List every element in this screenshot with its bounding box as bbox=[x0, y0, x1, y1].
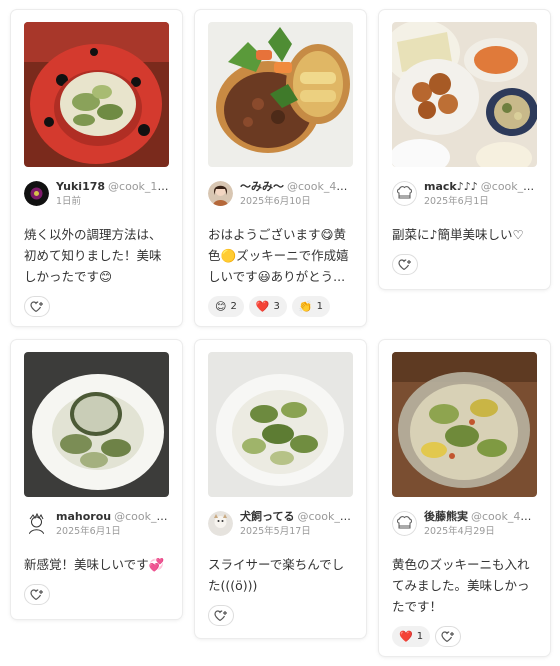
reaction-count: 1 bbox=[416, 631, 424, 642]
heart-plus-icon bbox=[441, 630, 455, 642]
reaction-emoji: 👏 bbox=[298, 300, 313, 313]
reaction-pill[interactable]: ❤️ 3 bbox=[248, 296, 287, 317]
user-avatar[interactable] bbox=[392, 181, 417, 206]
report-comment: 焼く以外の調理方法は、初めて知りました！美味しかったです😊 bbox=[24, 227, 162, 284]
reactions-bar bbox=[392, 254, 537, 275]
report-card[interactable]: mack♪♪♪@cook_40... 2025年6月1日 副菜に♪簡単美味しい♡ bbox=[379, 10, 550, 289]
reactions-bar bbox=[24, 296, 169, 317]
add-reaction-button[interactable] bbox=[24, 584, 50, 605]
report-date: 2025年5月17日 bbox=[240, 526, 311, 537]
chef-hat-icon bbox=[392, 511, 417, 536]
user-id: @cook_109... bbox=[108, 180, 169, 193]
heart-plus-icon bbox=[30, 588, 43, 600]
user-name[interactable]: mahorou bbox=[56, 510, 111, 523]
dish-photo[interactable] bbox=[392, 22, 537, 167]
user-id: @cook_40... bbox=[287, 180, 353, 193]
report-card[interactable]: Yuki178@cook_109... 1日前 焼く以外の調理方法は、初めて知り… bbox=[11, 10, 182, 326]
user-name[interactable]: Yuki178 bbox=[56, 180, 105, 193]
heart-plus-icon bbox=[398, 258, 411, 270]
report-comment: 新感覚！美味しいです💞 bbox=[24, 557, 165, 572]
dish-photo[interactable] bbox=[24, 352, 169, 497]
reaction-emoji: ❤️ bbox=[255, 300, 270, 313]
report-date: 2025年4月29日 bbox=[424, 526, 495, 537]
reactions-bar: ❤️ 1 bbox=[392, 626, 537, 647]
user-avatar[interactable] bbox=[392, 511, 417, 536]
user-id: @cook_4... bbox=[297, 510, 353, 523]
reaction-emoji: 😊 bbox=[215, 300, 227, 313]
add-reaction-button[interactable] bbox=[392, 254, 418, 275]
user-id: @cook_40... bbox=[480, 180, 537, 193]
user-name[interactable]: 犬飼ってる bbox=[240, 510, 294, 523]
dish-photo[interactable] bbox=[392, 352, 537, 497]
report-card[interactable]: 後藤熊実 @cook_40... 2025年4月29日 黄色のズッキーニも入れてみ… bbox=[379, 340, 550, 656]
dish-photo[interactable] bbox=[208, 352, 353, 497]
report-comment: 副菜に♪簡単美味しい♡ bbox=[392, 227, 524, 242]
dish-photo[interactable] bbox=[208, 22, 353, 167]
report-comment: スライサーで楽ちんでした(((ö))) bbox=[208, 557, 345, 593]
report-comment: 黄色のズッキーニも入れてみました。美味しかったです！ bbox=[392, 557, 530, 614]
reports-grid: Yuki178@cook_109... 1日前 焼く以外の調理方法は、初めて知り… bbox=[0, 0, 560, 666]
add-reaction-button[interactable] bbox=[435, 626, 462, 647]
report-comment: おはようございます😋黄色🟡ズッキーニで作成嬉しいです😃ありがとう... bbox=[208, 227, 349, 284]
report-card[interactable]: 犬飼ってる @cook_4... 2025年5月17日 スライサーで楽ちんでした(… bbox=[195, 340, 366, 638]
user-avatar[interactable] bbox=[208, 511, 233, 536]
reactions-bar: 😊 2 ❤️ 3 👏 1 bbox=[208, 296, 353, 317]
reaction-pill[interactable]: 😊 2 bbox=[208, 296, 244, 317]
reaction-pill[interactable]: ❤️ 1 bbox=[392, 626, 431, 647]
user-name[interactable]: 〜みみ〜 bbox=[240, 180, 284, 193]
reactions-bar bbox=[208, 605, 353, 626]
user-avatar[interactable] bbox=[208, 181, 233, 206]
report-card[interactable]: mahorou@cook_40... 2025年6月1日 新感覚！美味しいです💞 bbox=[11, 340, 182, 619]
dish-photo[interactable] bbox=[24, 22, 169, 167]
user-avatar[interactable] bbox=[24, 511, 49, 536]
user-id: @cook_40... bbox=[471, 510, 537, 523]
add-reaction-button[interactable] bbox=[24, 296, 50, 317]
reaction-emoji: ❤️ bbox=[399, 630, 413, 643]
user-avatar[interactable] bbox=[24, 181, 49, 206]
heart-plus-icon bbox=[30, 300, 43, 312]
report-date: 2025年6月10日 bbox=[240, 196, 311, 207]
user-name[interactable]: 後藤熊実 bbox=[424, 510, 468, 523]
user-id: @cook_40... bbox=[114, 510, 169, 523]
reaction-pill[interactable]: 👏 1 bbox=[291, 296, 330, 317]
report-card[interactable]: 〜みみ〜 @cook_40... 2025年6月10日 おはようございます😋黄色🟡… bbox=[195, 10, 366, 326]
reaction-count: 1 bbox=[316, 301, 323, 312]
report-date: 2025年6月1日 bbox=[424, 196, 489, 207]
reaction-count: 3 bbox=[273, 301, 280, 312]
user-name[interactable]: mack♪♪♪ bbox=[424, 180, 478, 193]
report-date: 1日前 bbox=[56, 196, 82, 207]
chef-hat-icon bbox=[392, 181, 417, 206]
add-reaction-button[interactable] bbox=[208, 605, 234, 626]
reaction-count: 2 bbox=[230, 301, 237, 312]
heart-plus-icon bbox=[214, 609, 227, 621]
reactions-bar bbox=[24, 584, 169, 605]
report-date: 2025年6月1日 bbox=[56, 526, 121, 537]
